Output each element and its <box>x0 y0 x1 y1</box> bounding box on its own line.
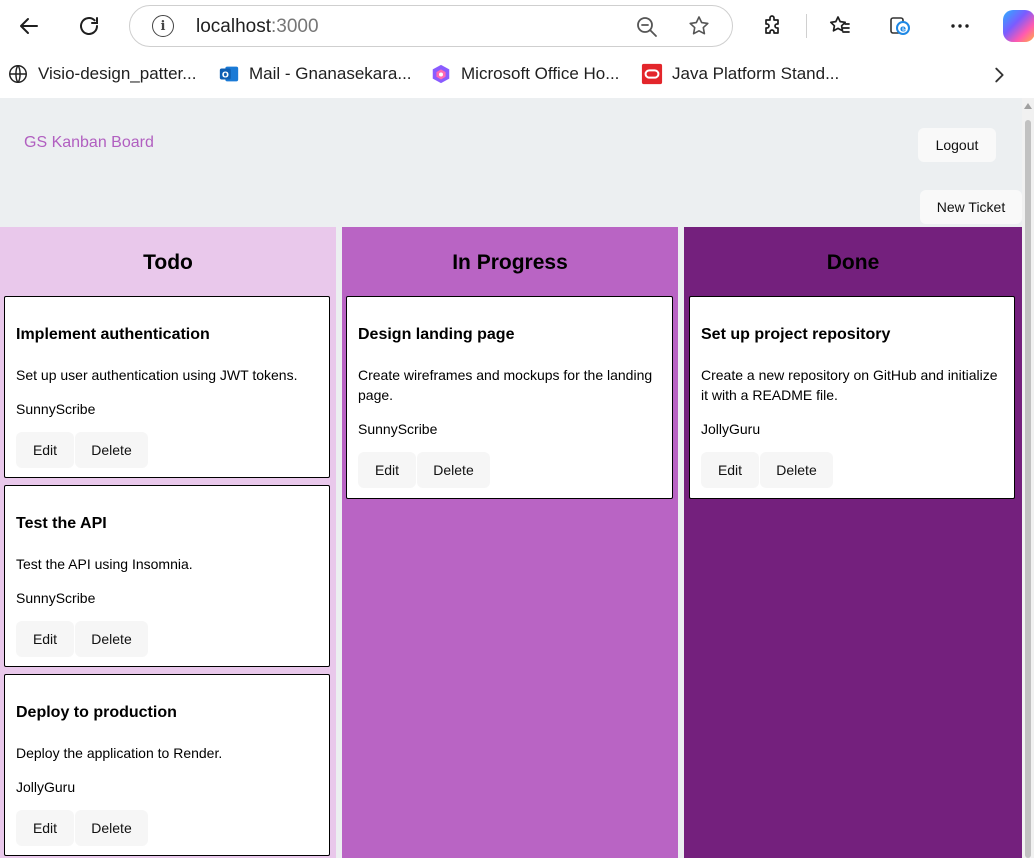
bookmark-label: Mail - Gnanasekara... <box>249 64 412 83</box>
zoom-out-icon[interactable] <box>635 15 659 39</box>
collections-ie-icon[interactable]: e <box>882 8 918 44</box>
ticket-description: Test the API using Insomnia. <box>16 556 193 572</box>
logout-button[interactable]: Logout <box>918 128 996 162</box>
bookmarks-bar: Visio-design_patter... O Mail - Gnanasek… <box>0 52 1034 98</box>
copilot-icon[interactable] <box>1003 10 1034 42</box>
address-bar[interactable]: i localhost:3000 <box>129 5 733 47</box>
delete-button[interactable]: Delete <box>75 432 148 468</box>
url-port: :3000 <box>271 16 319 37</box>
site-info-icon[interactable]: i <box>152 15 174 37</box>
ticket-assignee: SunnyScribe <box>358 421 438 437</box>
svg-text:e: e <box>900 25 906 35</box>
ticket-description: Deploy the application to Render. <box>16 745 223 761</box>
bookmark-item[interactable]: Microsoft Office Ho... <box>430 63 619 85</box>
delete-button[interactable]: Delete <box>760 452 833 488</box>
ticket-card: Design landing page Create wireframes an… <box>346 296 673 499</box>
ticket-title: Deploy to production <box>16 704 177 721</box>
ticket-title: Implement authentication <box>16 326 210 343</box>
ticket-card: Implement authentication Set up user aut… <box>4 296 330 478</box>
office-icon <box>432 64 450 84</box>
delete-button[interactable]: Delete <box>75 810 148 846</box>
refresh-icon[interactable] <box>71 8 107 44</box>
ticket-assignee: SunnyScribe <box>16 590 96 606</box>
edit-button[interactable]: Edit <box>16 432 74 468</box>
ticket-card: Test the API Test the API using Insomnia… <box>4 485 330 667</box>
new-ticket-button[interactable]: New Ticket <box>920 190 1022 224</box>
ticket-card: Set up project repository Create a new r… <box>689 296 1015 499</box>
ticket-title: Test the API <box>16 515 107 532</box>
bookmark-label: Microsoft Office Ho... <box>461 64 620 83</box>
ticket-description: Set up user authentication using JWT tok… <box>16 367 298 383</box>
ticket-title: Design landing page <box>358 326 515 343</box>
globe-icon <box>9 65 27 83</box>
bookmark-label: Visio-design_patter... <box>38 64 197 83</box>
delete-button[interactable]: Delete <box>75 621 148 657</box>
kanban-page: GS Kanban Board Logout New Ticket Todo I… <box>0 98 1022 858</box>
edit-button[interactable]: Edit <box>701 452 759 488</box>
ticket-assignee: SunnyScribe <box>16 401 96 417</box>
oracle-icon <box>641 63 663 85</box>
bookmark-item[interactable]: Visio-design_patter... <box>7 63 196 85</box>
column-todo: Todo Implement authentication Set up use… <box>0 227 336 858</box>
column-in-progress: In Progress Design landing page Create w… <box>342 227 678 858</box>
back-arrow-icon[interactable] <box>11 8 47 44</box>
brand-link[interactable]: GS Kanban Board <box>24 134 154 152</box>
favorites-icon[interactable] <box>822 8 858 44</box>
ticket-assignee: JollyGuru <box>701 421 761 437</box>
ticket-title: Set up project repository <box>701 326 891 343</box>
ticket-assignee: JollyGuru <box>16 779 76 795</box>
edit-button[interactable]: Edit <box>16 621 74 657</box>
more-menu-icon[interactable] <box>942 8 978 44</box>
chevron-right-icon[interactable] <box>988 64 1010 86</box>
toolbar-divider <box>806 14 807 38</box>
extensions-puzzle-icon[interactable] <box>755 8 791 44</box>
column-title: Todo <box>143 251 193 274</box>
outlook-icon: O <box>219 66 239 82</box>
column-title: Done <box>826 251 880 274</box>
ticket-description: Create wireframes and mockups for the la… <box>358 367 653 403</box>
bookmark-label: Java Platform Stand... <box>672 64 840 83</box>
scrollbar-thumb[interactable] <box>1025 120 1031 858</box>
delete-button[interactable]: Delete <box>417 452 490 488</box>
edit-button[interactable]: Edit <box>16 810 74 846</box>
edit-button[interactable]: Edit <box>358 452 416 488</box>
bookmark-item[interactable]: Java Platform Stand... <box>641 63 839 85</box>
bookmark-item[interactable]: O Mail - Gnanasekara... <box>218 63 412 85</box>
url-text[interactable]: localhost:3000 <box>196 16 319 38</box>
column-title: In Progress <box>452 251 568 274</box>
browser-toolbar: i localhost:3000 e <box>0 0 1034 52</box>
svg-text:O: O <box>222 70 229 80</box>
page-scrollbar[interactable] <box>1022 98 1034 858</box>
scroll-up-arrow-icon[interactable] <box>1024 103 1032 109</box>
ticket-card: Deploy to production Deploy the applicat… <box>4 674 330 856</box>
ticket-description: Create a new repository on GitHub and in… <box>701 367 998 403</box>
url-host: localhost <box>196 16 271 37</box>
column-done: Done Set up project repository Create a … <box>684 227 1022 858</box>
favorite-star-icon[interactable] <box>687 14 711 38</box>
